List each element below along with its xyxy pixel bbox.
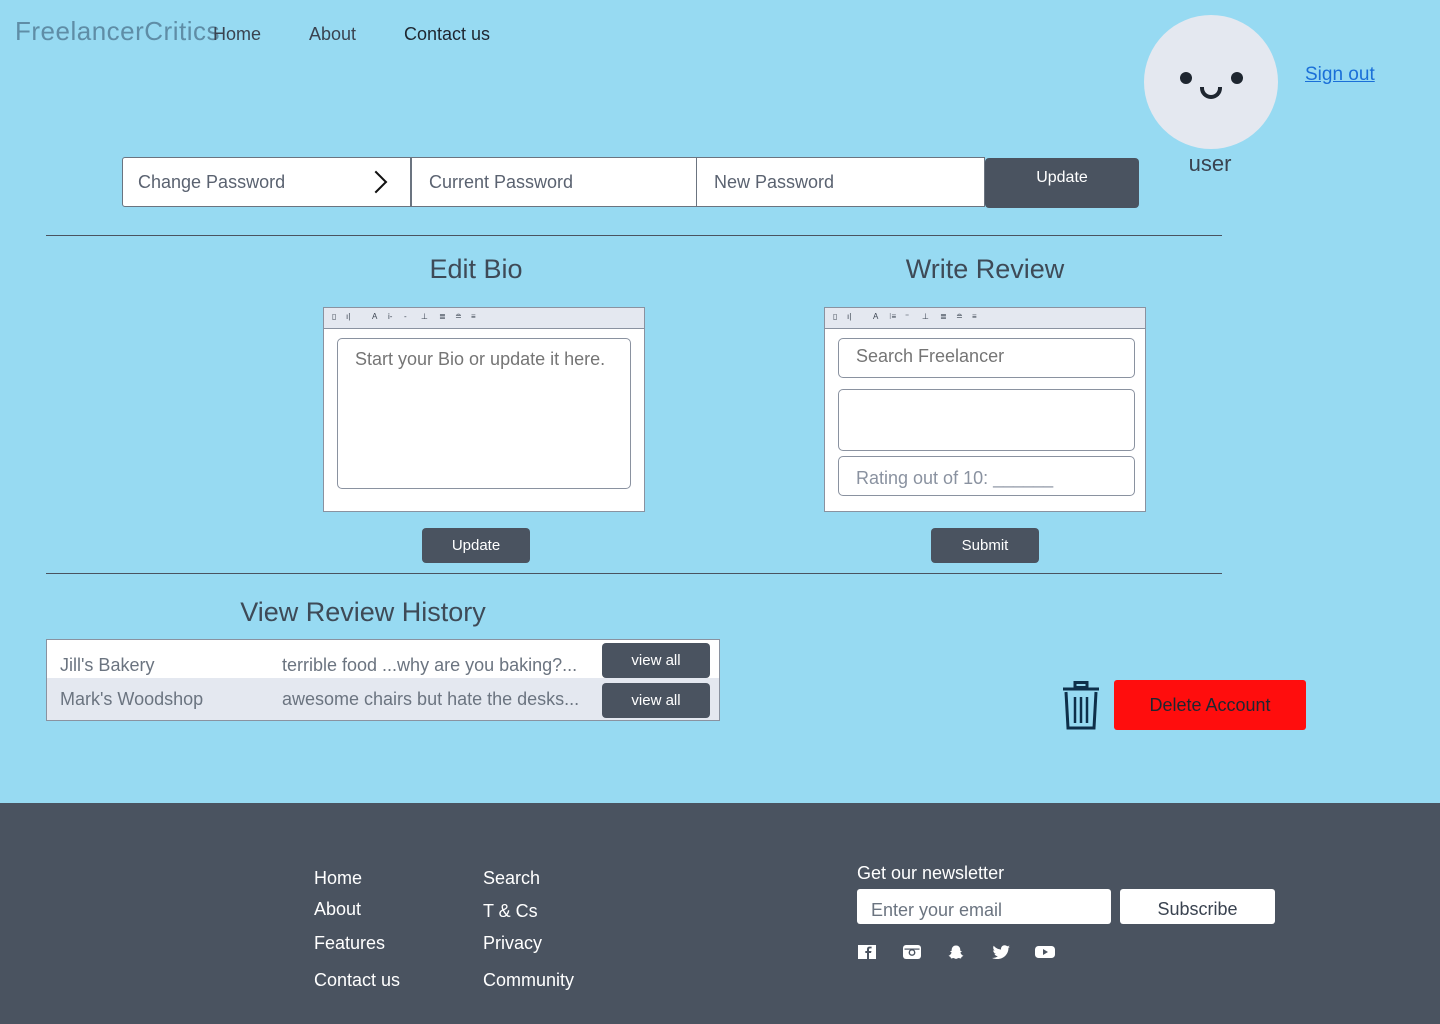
footer-link-community[interactable]: Community [483, 970, 574, 991]
dash-icon[interactable]: - [404, 311, 407, 323]
review-text-area[interactable] [838, 389, 1135, 451]
avatar-left-eye [1180, 72, 1192, 84]
divider [46, 235, 1222, 236]
footer-link-features[interactable]: Features [314, 933, 385, 954]
nav-about[interactable]: About [309, 24, 356, 45]
freelancer-name: Jill's Bakery [60, 655, 155, 675]
bio-textarea[interactable] [337, 338, 631, 489]
footer-link-privacy[interactable]: Privacy [483, 933, 542, 954]
footer-link-terms[interactable]: T & Cs [483, 901, 538, 922]
sign-out-link[interactable]: Sign out [1305, 64, 1375, 86]
footer-link-about[interactable]: About [314, 899, 361, 920]
table-row: Mark's Woodshop awesome chairs but hate … [47, 678, 719, 720]
review-snippet: terrible food ...why are you baking?... [282, 655, 578, 675]
current-password-input[interactable] [427, 170, 682, 194]
view-all-button[interactable]: view all [602, 683, 710, 718]
new-password-input[interactable] [712, 170, 969, 194]
search-freelancer-input[interactable] [838, 338, 1135, 378]
align-right-icon[interactable]: ≡ [972, 311, 977, 323]
username-label: user [1188, 151, 1232, 176]
review-editor-toolbar: ▯ ı| A ⁝≡ ⁼ ⊥ ≣ ≘ ≡ [825, 308, 1145, 329]
italic-icon[interactable]: ı| [346, 311, 350, 323]
trash-icon[interactable] [1062, 681, 1100, 731]
delete-account-button[interactable]: Delete Account [1114, 680, 1306, 730]
avatar-smile [1200, 87, 1222, 99]
nav-contact-us[interactable]: Contact us [404, 24, 490, 45]
new-password-field[interactable] [696, 157, 985, 207]
align-left-icon[interactable]: ≣ [439, 311, 446, 323]
footer-link-home[interactable]: Home [314, 868, 362, 889]
view-all-button[interactable]: view all [602, 643, 710, 678]
subscribe-button[interactable]: Subscribe [1120, 889, 1275, 924]
freelancer-name: Mark's Woodshop [60, 689, 204, 709]
write-review-title: Write Review [905, 254, 1065, 284]
nav-home[interactable]: Home [213, 24, 261, 45]
instagram-icon[interactable] [902, 945, 922, 959]
font-size-icon[interactable]: A [873, 311, 878, 323]
change-password-toggle[interactable]: Change Password [122, 157, 411, 207]
format-icon[interactable]: ▯ [833, 311, 837, 323]
table-row: Jill's Bakery terrible food ...why are y… [47, 642, 719, 682]
footer-link-search[interactable]: Search [483, 868, 540, 889]
update-bio-button[interactable]: Update [422, 528, 530, 563]
avatar-right-eye [1231, 72, 1243, 84]
brand-logo[interactable]: FreelancerCritics [15, 16, 220, 47]
change-password-label: Change Password [138, 171, 286, 192]
underline-icon[interactable]: ⊥ [421, 311, 428, 323]
edit-bio-title: Edit Bio [429, 254, 523, 284]
align-center-icon[interactable]: ≘ [956, 311, 963, 323]
newsletter-email-input[interactable] [857, 889, 1111, 924]
bio-editor: ▯ ı| A i- - ⊥ ≣ ≘ ≡ [323, 307, 645, 512]
footer: Home About Features Contact us Search T … [0, 803, 1440, 1024]
align-center-icon[interactable]: ≘ [455, 311, 462, 323]
current-password-field[interactable] [411, 157, 698, 207]
youtube-icon[interactable] [1035, 945, 1055, 959]
avatar[interactable] [1144, 15, 1278, 149]
review-snippet: awesome chairs but hate the desks... [282, 689, 580, 709]
bullet-list-icon[interactable]: ⁝≡ [889, 311, 896, 323]
divider [46, 573, 1222, 574]
newsletter-title: Get our newsletter [857, 863, 1005, 883]
underline-icon[interactable]: ⊥ [922, 311, 929, 323]
bio-editor-toolbar: ▯ ı| A i- - ⊥ ≣ ≘ ≡ [324, 308, 644, 329]
chevron-right-icon [364, 170, 388, 194]
review-history-table: Jill's Bakery terrible food ...why are y… [46, 639, 720, 721]
snapchat-icon[interactable] [946, 945, 966, 959]
facebook-icon[interactable] [857, 945, 877, 959]
list-icon[interactable]: i- [388, 311, 392, 323]
numbered-list-icon[interactable]: ⁼ [905, 311, 909, 323]
update-password-button[interactable]: Update [985, 158, 1139, 208]
align-right-icon[interactable]: ≡ [471, 311, 476, 323]
rating-field[interactable]: Rating out of 10: ______ [838, 456, 1135, 496]
review-history-title: View Review History [240, 597, 486, 627]
footer-link-contact-us[interactable]: Contact us [314, 970, 400, 991]
format-icon[interactable]: ▯ [332, 311, 336, 323]
font-size-icon[interactable]: A [372, 311, 377, 323]
review-editor: ▯ ı| A ⁝≡ ⁼ ⊥ ≣ ≘ ≡ Rating out of 10: __… [824, 307, 1146, 512]
align-left-icon[interactable]: ≣ [940, 311, 947, 323]
submit-review-button[interactable]: Submit [931, 528, 1039, 563]
twitter-icon[interactable] [991, 945, 1011, 959]
italic-icon[interactable]: ı| [847, 311, 851, 323]
